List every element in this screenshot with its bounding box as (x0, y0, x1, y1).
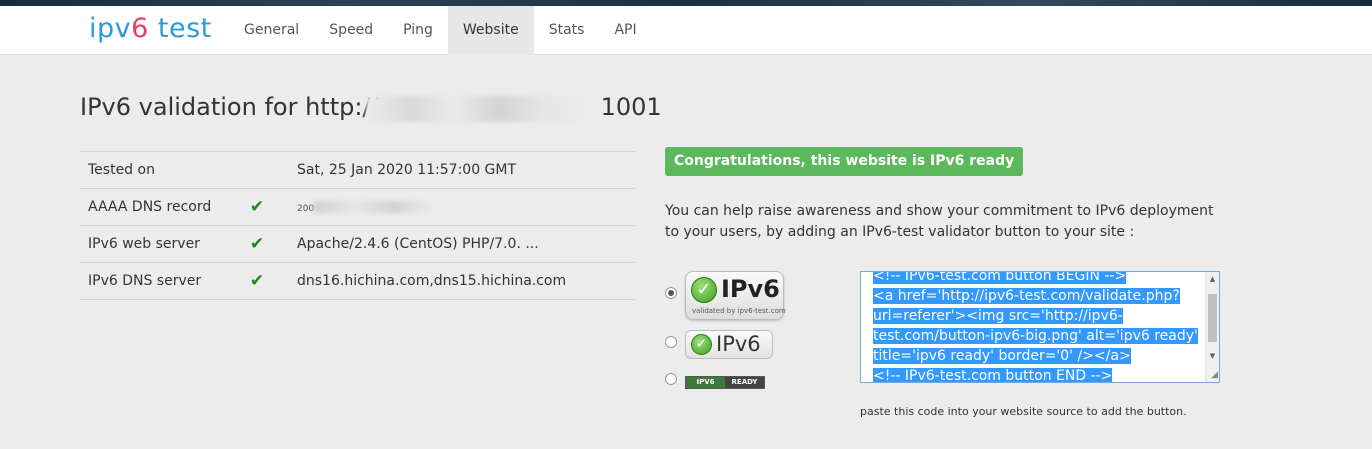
ipv6-badge-big[interactable]: IPv6 validated by ipv6-test.com (685, 271, 786, 320)
checkmark-icon: ✔ (249, 271, 265, 291)
navbar: ipv6 test General Speed Ping Website Sta… (0, 6, 1372, 55)
checkmark-icon (691, 277, 717, 303)
scrollbar[interactable]: ▲ ▼ (1205, 272, 1219, 382)
main-nav: General Speed Ping Website Stats API (229, 6, 652, 55)
table-row: IPv6 web server ✔ Apache/2.4.6 (CentOS) … (80, 225, 635, 263)
nav-stats[interactable]: Stats (534, 6, 600, 55)
radio-button-big[interactable] (665, 287, 677, 299)
success-label: Congratulations, this website is IPv6 re… (665, 147, 1024, 176)
table-row: Tested on Sat, 25 Jan 2020 11:57:00 GMT (80, 151, 635, 189)
code-line: <!-- IPv6-test.com button END --> (873, 368, 1113, 383)
scroll-up-icon[interactable]: ▲ (1206, 272, 1219, 286)
nav-ping[interactable]: Ping (388, 6, 448, 55)
nav-api[interactable]: API (599, 6, 651, 55)
badge-text: IPv6 (716, 332, 761, 356)
code-textarea[interactable]: <!-- IPv6-test.com button BEGIN --> <a h… (860, 271, 1220, 383)
nav-website[interactable]: Website (447, 6, 534, 55)
row-value: Apache/2.4.6 (CentOS) PHP/7.0. ... (297, 225, 635, 263)
nav-speed[interactable]: Speed (314, 6, 388, 55)
code-line: <a href='http://ipv6-test.com/validate.p… (873, 288, 1180, 304)
code-hint: paste this code into your website source… (860, 405, 1187, 418)
badge-small-right: READY (725, 377, 764, 388)
checkmark-icon: ✔ (249, 197, 265, 217)
title-suffix: 1001 (600, 93, 662, 121)
row-value-text: 200 (297, 204, 315, 214)
ipv6-badge-mid[interactable]: IPv6 (685, 330, 773, 359)
badge-text: IPv6 (721, 275, 780, 303)
redaction-blur (314, 201, 435, 213)
results-table: Tested on Sat, 25 Jan 2020 11:57:00 GMT … (80, 151, 635, 300)
checkmark-icon (691, 334, 712, 355)
title-prefix: IPv6 validation for http:// (80, 93, 379, 121)
brand-part-1: ipv (89, 13, 132, 44)
row-value: Sat, 25 Jan 2020 11:57:00 GMT (297, 151, 635, 189)
nav-general[interactable]: General (229, 6, 314, 55)
ipv6-badge-small[interactable]: IPV6 READY (685, 376, 765, 389)
code-line: url=referer'><img src='http://ipv6- (873, 308, 1123, 324)
brand-part-3: test (148, 13, 212, 44)
brand-logo[interactable]: ipv6 test (89, 13, 212, 45)
redaction-blur (366, 96, 588, 122)
table-row: AAAA DNS record ✔ 200 (80, 188, 635, 226)
row-value: dns16.hichina.com,dns15.hichina.com (297, 262, 635, 300)
badge-small-left: IPV6 (686, 377, 725, 388)
row-label: Tested on (80, 151, 247, 189)
code-line: title='ipv6 ready' border='0' /></a> (873, 348, 1131, 364)
radio-button-small[interactable] (665, 373, 677, 385)
row-label: IPv6 web server (80, 225, 247, 263)
checkmark-icon: ✔ (249, 234, 265, 254)
row-label: AAAA DNS record (80, 188, 247, 226)
resize-grip-icon[interactable]: ◢ (1207, 370, 1218, 381)
badge-subtext: validated by ipv6-test.com (692, 307, 786, 315)
row-value: 200 (297, 188, 635, 226)
row-label: IPv6 DNS server (80, 262, 247, 300)
brand-part-2: 6 (131, 13, 149, 44)
scroll-down-icon[interactable]: ▼ (1206, 349, 1219, 363)
intro-text: You can help raise awareness and show yo… (665, 203, 1214, 240)
code-line: test.com/button-ipv6-big.png' alt='ipv6 … (873, 328, 1198, 344)
code-line: <!-- IPv6-test.com button BEGIN --> (873, 272, 1127, 284)
table-row: IPv6 DNS server ✔ dns16.hichina.com,dns1… (80, 262, 635, 300)
code-content: <!-- IPv6-test.com button BEGIN --> <a h… (873, 272, 1203, 383)
radio-button-mid[interactable] (665, 336, 677, 348)
scroll-thumb[interactable] (1208, 294, 1217, 342)
